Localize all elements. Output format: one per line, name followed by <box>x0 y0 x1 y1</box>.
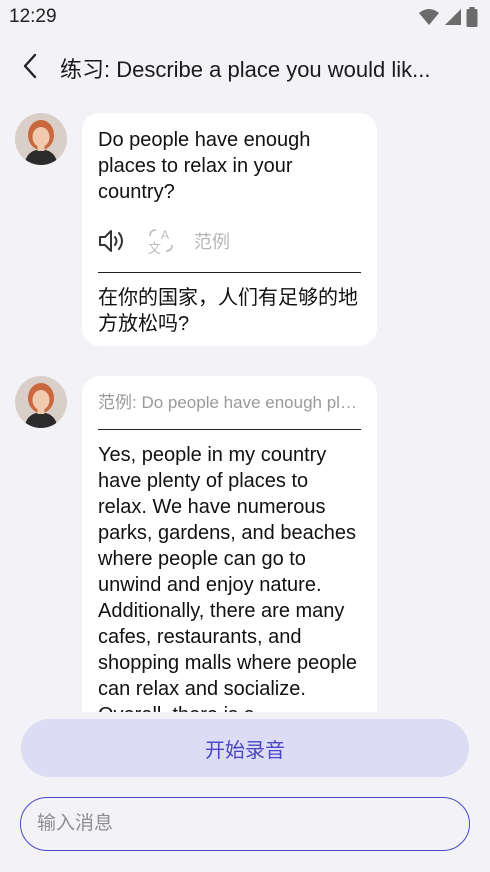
page-title: 练习: Describe a place you would lik... <box>60 57 431 82</box>
start-recording-button[interactable]: 开始录音 <box>21 719 469 777</box>
example-answer-text: Yes, people in my country have plenty of… <box>98 444 358 712</box>
svg-text:A: A <box>161 228 169 242</box>
svg-text:文: 文 <box>148 242 161 255</box>
speaker-icon <box>99 230 123 252</box>
wifi-icon <box>419 9 439 25</box>
example-header: 范例: Do people have enough places to rela… <box>98 393 361 412</box>
status-time: 12:29 <box>9 6 57 27</box>
chevron-left-icon <box>23 53 37 79</box>
message-input[interactable] <box>35 798 439 850</box>
translation-text: 在你的国家，人们有足够的地方放松吗? <box>98 287 358 335</box>
divider <box>98 429 361 430</box>
play-audio-button[interactable] <box>98 228 128 254</box>
signal-icon <box>445 9 461 25</box>
message-tools: A 文 范例 <box>98 221 361 261</box>
message-input-container <box>20 797 470 851</box>
tutor-avatar <box>15 113 67 165</box>
divider <box>98 272 361 273</box>
chat-messages[interactable]: Do people have enough places to relax in… <box>0 104 490 712</box>
example-link[interactable]: 范例 <box>194 228 230 254</box>
question-text: Do people have enough places to relax in… <box>98 129 311 203</box>
translate-button[interactable]: A 文 <box>146 227 176 255</box>
battery-icon <box>466 7 478 27</box>
example-bubble: 范例: Do people have enough places to rela… <box>82 376 377 712</box>
status-icons <box>418 7 478 27</box>
tutor-avatar <box>15 376 67 428</box>
app-bar: 练习: Describe a place you would lik... <box>0 40 490 94</box>
back-button[interactable] <box>12 48 48 84</box>
translate-icon: A 文 <box>148 228 173 255</box>
question-bubble: Do people have enough places to relax in… <box>82 113 377 346</box>
status-bar: 12:29 <box>0 0 490 34</box>
